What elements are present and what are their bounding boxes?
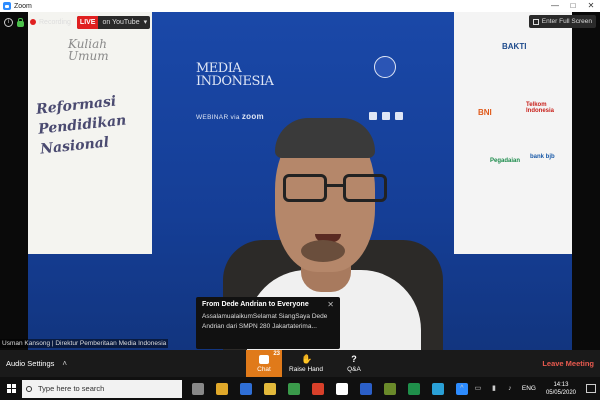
window-title: Zoom xyxy=(14,2,32,10)
instagram-icon xyxy=(395,112,403,120)
language-indicator[interactable]: ENG xyxy=(522,385,536,392)
facebook-icon xyxy=(382,112,390,120)
chevron-down-icon: ▾ xyxy=(143,19,148,26)
chevron-up-icon[interactable]: ^ xyxy=(457,385,467,393)
sponsor-bjb: bank bjb xyxy=(530,154,555,160)
chat-message: AssalamualaikumSelamat SiangSaya Dede An… xyxy=(202,313,328,330)
qa-label: Q&A xyxy=(347,365,361,373)
minimize-button[interactable]: — xyxy=(546,0,564,12)
webinar-text: WEBINAR via xyxy=(196,114,240,121)
qa-icon: ? xyxy=(351,353,357,364)
recording-indicator: Recording xyxy=(30,19,71,26)
chat-sender: From Dede Andrian to Everyone xyxy=(202,301,309,308)
search-icon xyxy=(26,385,32,392)
taskbar-app-icon[interactable] xyxy=(306,377,330,400)
network-icon[interactable]: ▭ xyxy=(473,385,483,393)
zoom-wordmark: zoom xyxy=(241,112,264,121)
chat-button[interactable]: Chat 23 xyxy=(246,350,282,377)
chat-notification[interactable]: From Dede Andrian to Everyone Assalamual… xyxy=(196,297,340,349)
battery-icon[interactable]: ▮ xyxy=(489,385,499,393)
live-stream-button[interactable]: LIVE on YouTube ▾ xyxy=(76,15,151,29)
taskbar-app-icon[interactable] xyxy=(378,377,402,400)
window-controls: — □ ✕ xyxy=(546,0,600,12)
taskbar-app-icon[interactable] xyxy=(402,377,426,400)
kemdikbud-logo-icon xyxy=(374,56,396,78)
sponsor-telkom: Telkom Indonesia xyxy=(526,102,555,114)
notification-icon[interactable] xyxy=(586,384,596,393)
leave-meeting-button[interactable]: Leave Meeting xyxy=(542,359,594,368)
zoom-logo-icon xyxy=(3,2,11,10)
info-icon[interactable]: i xyxy=(4,17,13,27)
taskbar-app-icon[interactable] xyxy=(330,377,354,400)
taskbar-clock[interactable]: 14:13 05/05/2020 xyxy=(546,381,576,397)
participant-name-tag: Usman Kansong | Direktur Pemberitaan Med… xyxy=(0,339,169,348)
chat-count-badge: 23 xyxy=(273,351,280,357)
caret-up-icon[interactable]: ˄ xyxy=(62,359,67,368)
taskbar-app-icon[interactable] xyxy=(186,377,210,400)
sponsor-bni: BNI xyxy=(478,108,492,117)
speaker-hair xyxy=(275,118,375,158)
clock-date: 05/05/2020 xyxy=(545,389,576,396)
windows-taskbar: Type here to search ^ ▭ ▮ ♪ ENG 14:13 05… xyxy=(0,377,600,400)
close-window-button[interactable]: ✕ xyxy=(582,0,600,12)
raise-hand-label: Raise Hand xyxy=(289,365,323,373)
fullscreen-label: Enter Full Screen xyxy=(541,18,592,25)
meeting-toolbar: Audio Settings ˄ Chat 23 ✋ Raise Hand ? … xyxy=(0,350,600,377)
glasses xyxy=(283,174,395,204)
close-icon[interactable]: ✕ xyxy=(327,300,334,309)
recording-label: Recording xyxy=(39,18,71,26)
live-target: on YouTube xyxy=(102,18,140,26)
system-tray: ^ ▭ ▮ ♪ ENG 14:13 05/05/2020 xyxy=(454,377,600,400)
meeting-topbar: i Recording LIVE on YouTube ▾ Enter Full… xyxy=(0,12,600,32)
live-badge: LIVE xyxy=(76,15,99,29)
raise-hand-button[interactable]: ✋ Raise Hand xyxy=(282,350,330,377)
banner-reformasi-text: Reformasi Pendidikan Nasional xyxy=(35,93,128,158)
chat-label: Chat xyxy=(257,365,271,373)
lock-icon[interactable] xyxy=(17,17,24,27)
taskbar-search[interactable]: Type here to search xyxy=(22,379,182,398)
windows-start-icon[interactable] xyxy=(0,377,22,400)
window-titlebar: Zoom — □ ✕ xyxy=(0,0,600,12)
social-icons xyxy=(369,112,403,120)
webinar-line: WEBINAR via zoom xyxy=(196,112,264,121)
taskbar-app-icon[interactable] xyxy=(258,377,282,400)
volume-icon[interactable]: ♪ xyxy=(505,385,515,393)
banner-right-sponsors: BAKTI BNI Telkom Indonesia Pegadaian ban… xyxy=(454,12,572,254)
banner-left: Kuliah Umum Reformasi Pendidikan Nasiona… xyxy=(28,12,152,254)
audio-settings-button[interactable]: Audio Settings xyxy=(6,359,54,368)
qa-button[interactable]: ? Q&A xyxy=(330,350,378,377)
sponsor-bakti: BAKTI xyxy=(502,42,527,51)
taskbar-app-icon[interactable] xyxy=(426,377,450,400)
media-indonesia-logo: MEDIA INDONESIA xyxy=(196,61,274,89)
youtube-icon xyxy=(369,112,377,120)
sponsor-pegadaian: Pegadaian xyxy=(490,158,521,164)
clock-time: 14:13 xyxy=(553,381,569,388)
taskbar-apps xyxy=(186,377,474,400)
record-dot-icon xyxy=(30,19,36,25)
search-placeholder: Type here to search xyxy=(38,384,105,393)
maximize-button[interactable]: □ xyxy=(564,0,582,12)
banner-kuliah-text: Kuliah Umum xyxy=(68,37,109,63)
chat-icon xyxy=(259,354,269,364)
taskbar-app-icon[interactable] xyxy=(234,377,258,400)
fullscreen-icon xyxy=(532,18,539,25)
fullscreen-button[interactable]: Enter Full Screen xyxy=(528,15,596,28)
taskbar-app-icon[interactable] xyxy=(210,377,234,400)
taskbar-app-icon[interactable] xyxy=(354,377,378,400)
toolbar-center: Chat 23 ✋ Raise Hand ? Q&A xyxy=(246,350,378,377)
taskbar-app-icon[interactable] xyxy=(282,377,306,400)
meeting-stage: Kuliah Umum Reformasi Pendidikan Nasiona… xyxy=(0,12,600,350)
beard xyxy=(301,240,345,262)
hand-icon: ✋ xyxy=(301,353,313,364)
